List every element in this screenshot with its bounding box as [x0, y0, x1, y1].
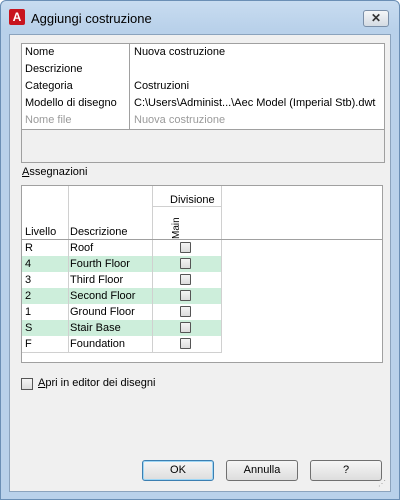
column-divider — [129, 78, 130, 95]
column-header-description[interactable]: Descrizione — [70, 226, 127, 238]
column-divider — [68, 240, 69, 352]
grid-bottom-line — [22, 352, 222, 353]
division-column-main[interactable]: Main — [171, 217, 185, 239]
level-id: R — [25, 242, 33, 254]
column-header-division: Divisione — [170, 194, 215, 206]
open-in-editor-label[interactable]: Apri in editor dei disegni — [38, 377, 155, 389]
assign-checkbox[interactable] — [180, 338, 191, 349]
grid-header: Livello Descrizione Divisione Main — [22, 186, 382, 240]
dialog-window: A Aggiungi costruzione ✕ Nome Nuova cost… — [0, 0, 400, 500]
column-header-level[interactable]: Livello — [25, 226, 56, 238]
column-divider — [129, 44, 130, 61]
level-id: 4 — [25, 258, 32, 270]
level-description[interactable]: Ground Floor — [70, 306, 135, 318]
cancel-button[interactable]: Annulla — [226, 460, 298, 481]
property-row-name[interactable]: Nome Nuova costruzione — [22, 44, 384, 62]
level-description[interactable]: Stair Base — [70, 322, 121, 334]
column-divider — [129, 112, 130, 129]
property-row-filename: Nome file Nuova costruzione — [22, 112, 384, 130]
assign-checkbox[interactable] — [180, 274, 191, 285]
property-value-name[interactable]: Nuova costruzione — [134, 46, 225, 58]
level-id: 2 — [25, 290, 32, 302]
level-description[interactable]: Foundation — [70, 338, 125, 350]
header-divider — [153, 206, 221, 207]
level-row[interactable]: R Roof — [22, 240, 222, 256]
level-id: F — [25, 338, 32, 350]
assignments-label: Assegnazioni — [22, 166, 88, 178]
property-key: Descrizione — [25, 63, 83, 75]
help-button[interactable]: ? — [310, 460, 382, 481]
property-key: Nome file — [25, 114, 72, 126]
level-id: 1 — [25, 306, 32, 318]
level-row[interactable]: S Stair Base — [22, 320, 222, 336]
level-description[interactable]: Third Floor — [70, 274, 123, 286]
property-row-description[interactable]: Descrizione — [22, 61, 384, 79]
assign-checkbox[interactable] — [180, 306, 191, 317]
checkbox-box[interactable] — [21, 378, 33, 390]
ok-button[interactable]: OK — [142, 460, 214, 481]
properties-grid: Nome Nuova costruzione Descrizione Categ… — [21, 43, 385, 163]
level-description[interactable]: Roof — [70, 242, 93, 254]
close-button[interactable]: ✕ — [363, 10, 389, 27]
level-row[interactable]: 4 Fourth Floor — [22, 256, 222, 272]
property-key: Modello di disegno — [25, 97, 117, 109]
header-divider — [152, 186, 153, 239]
header-divider — [68, 186, 69, 239]
assign-checkbox[interactable] — [180, 242, 191, 253]
level-row[interactable]: 3 Third Floor — [22, 272, 222, 288]
level-id: 3 — [25, 274, 32, 286]
property-value-category[interactable]: Costruzioni — [134, 80, 189, 92]
dialog-title: Aggiungi costruzione — [31, 11, 152, 26]
assign-checkbox[interactable] — [180, 290, 191, 301]
resize-grip-icon[interactable]: ⋰ — [378, 479, 388, 489]
level-row[interactable]: 1 Ground Floor — [22, 304, 222, 320]
property-value-filename: Nuova costruzione — [134, 114, 226, 126]
assign-checkbox[interactable] — [180, 322, 191, 333]
title-bar[interactable]: A Aggiungi costruzione ✕ — [1, 1, 399, 35]
assign-checkbox[interactable] — [180, 258, 191, 269]
column-divider — [129, 95, 130, 112]
autocad-app-icon: A — [9, 9, 25, 25]
property-row-category[interactable]: Categoria Costruzioni — [22, 78, 384, 96]
property-value-template[interactable]: C:\Users\Administ...\Aec Model (Imperial… — [134, 97, 375, 109]
column-divider — [221, 240, 222, 352]
level-description[interactable]: Fourth Floor — [70, 258, 130, 270]
level-row[interactable]: 2 Second Floor — [22, 288, 222, 304]
property-key: Categoria — [25, 80, 73, 92]
level-row[interactable]: F Foundation — [22, 336, 222, 352]
column-divider — [152, 240, 153, 352]
column-divider — [129, 61, 130, 78]
dialog-body: Nome Nuova costruzione Descrizione Categ… — [9, 34, 391, 492]
level-id: S — [25, 322, 33, 334]
property-key: Nome — [25, 46, 55, 58]
property-row-template[interactable]: Modello di disegno C:\Users\Administ...\… — [22, 95, 384, 113]
header-divider — [221, 186, 222, 239]
level-description[interactable]: Second Floor — [70, 290, 135, 302]
assignments-grid: Livello Descrizione Divisione Main R Roo… — [21, 185, 383, 363]
